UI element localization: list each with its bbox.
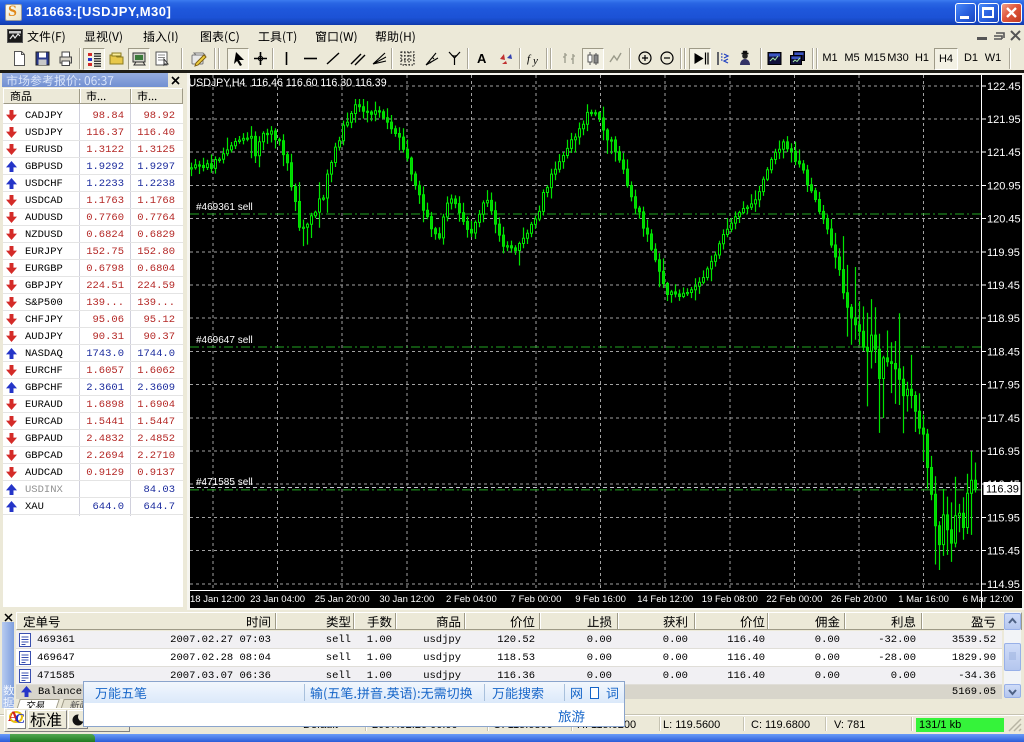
svg-text:120.95: 120.95 [987,180,1021,192]
svg-text:22 Feb 00:00: 22 Feb 00:00 [766,594,822,605]
svg-text:115.95: 115.95 [987,512,1020,524]
svg-text:118.95: 118.95 [987,313,1020,325]
svg-text:19 Feb 08:00: 19 Feb 08:00 [702,594,758,605]
svg-text:A: A [477,51,487,66]
svg-text:f: f [527,53,532,65]
svg-text:14 Feb 12:00: 14 Feb 12:00 [637,594,693,605]
svg-text:1 Mar 16:00: 1 Mar 16:00 [898,594,949,605]
svg-text:120.45: 120.45 [987,214,1021,226]
svg-text:2 Feb 04:00: 2 Feb 04:00 [446,594,497,605]
svg-text:117.45: 117.45 [987,413,1020,425]
svg-text:114.95: 114.95 [987,579,1020,591]
svg-text:#469647 sell: #469647 sell [196,335,253,346]
svg-text:9 Feb 16:00: 9 Feb 16:00 [575,594,626,605]
svg-text:#469361 sell: #469361 sell [196,202,253,213]
svg-text:6 Mar 12:00: 6 Mar 12:00 [963,594,1014,605]
svg-text:121.95: 121.95 [987,114,1021,126]
svg-text:USDJPY,H4 116.46 116.60 116.3: USDJPY,H4 116.46 116.60 116.30 116.39 [189,77,387,89]
svg-text:118.45: 118.45 [987,346,1020,358]
svg-text:121.45: 121.45 [987,147,1021,159]
svg-text:119.45: 119.45 [987,280,1020,292]
svg-text:116.95: 116.95 [987,446,1020,458]
svg-text:30 Jan 12:00: 30 Jan 12:00 [379,594,434,605]
svg-text:116.39: 116.39 [986,484,1019,496]
svg-text:y: y [532,55,538,67]
svg-text:23 Jan 04:00: 23 Jan 04:00 [250,594,305,605]
svg-text:18 Jan 12:00: 18 Jan 12:00 [190,594,245,605]
svg-text:122.45: 122.45 [987,81,1021,93]
svg-text:26 Feb 20:00: 26 Feb 20:00 [831,594,887,605]
svg-text:115.45: 115.45 [987,546,1020,558]
svg-text:7 Feb 00:00: 7 Feb 00:00 [511,594,562,605]
svg-text:25 Jan 20:00: 25 Jan 20:00 [315,594,370,605]
svg-text:117.95: 117.95 [987,380,1020,392]
svg-text:#471585 sell: #471585 sell [196,477,253,488]
svg-text:119.95: 119.95 [987,247,1020,259]
